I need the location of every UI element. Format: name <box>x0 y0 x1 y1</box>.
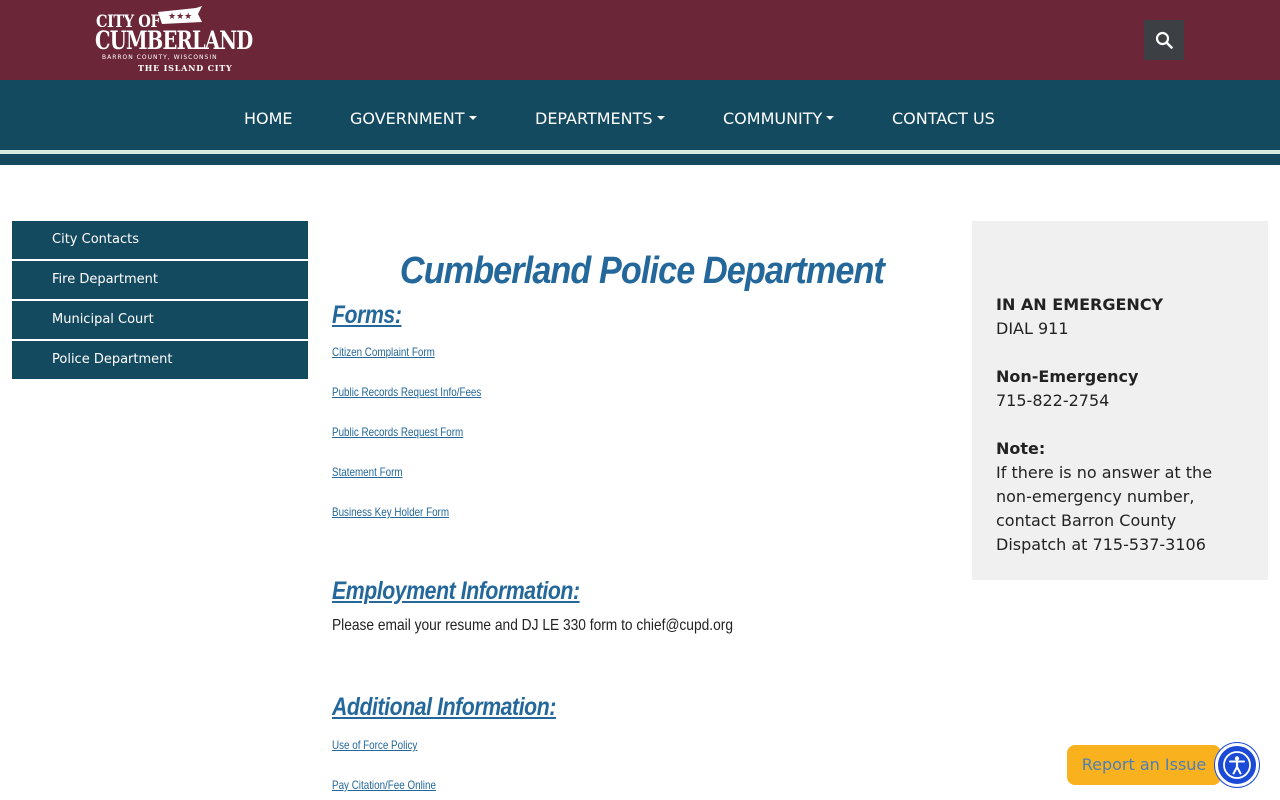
forms-heading: Forms: <box>332 301 402 329</box>
non-emergency-value: 715-822-2754 <box>996 391 1110 410</box>
search-button[interactable] <box>1144 20 1184 60</box>
nav-home-label: HOME <box>244 109 293 128</box>
non-emergency-block: Non-Emergency 715-822-2754 <box>996 365 1244 413</box>
chevron-down-icon <box>826 115 835 120</box>
page-title: Cumberland Police Department <box>332 250 952 293</box>
business-key-holder-form-link[interactable]: Business Key Holder Form <box>332 505 449 519</box>
emergency-label: IN AN EMERGENCY <box>996 295 1164 314</box>
logo-line-3: BARRON COUNTY, WISCONSIN <box>102 54 218 61</box>
statement-form-link[interactable]: Statement Form <box>332 465 403 479</box>
chevron-down-icon <box>656 115 665 120</box>
main-nav: HOME GOVERNMENT DEPARTMENTS COMMUNITY CO… <box>0 80 1280 150</box>
nav-divider-dark <box>0 154 1280 165</box>
note-block: Note: If there is no answer at the non-e… <box>996 437 1244 557</box>
non-emergency-label: Non-Emergency <box>996 367 1139 386</box>
emergency-info-box: IN AN EMERGENCY DIAL 911 Non-Emergency 7… <box>972 221 1268 580</box>
emergency-value: DIAL 911 <box>996 319 1069 338</box>
pay-citation-link[interactable]: Pay Citation/Fee Online <box>332 778 436 792</box>
nav-community[interactable]: COMMUNITY <box>723 80 835 150</box>
nav-contact-us-label: CONTACT US <box>892 109 995 128</box>
additional-heading: Additional Information: <box>332 693 556 721</box>
chevron-down-icon <box>468 115 477 120</box>
flag-icon: ★★★ <box>158 6 202 24</box>
sidebar-item-municipal-court[interactable]: Municipal Court <box>12 301 308 339</box>
sidebar-item-city-contacts[interactable]: City Contacts <box>12 221 308 259</box>
search-icon <box>1155 31 1173 49</box>
accessibility-button[interactable] <box>1215 743 1259 787</box>
nav-departments-label: DEPARTMENTS <box>535 109 653 128</box>
employment-text: Please email your resume and DJ LE 330 f… <box>332 617 733 634</box>
logo-line-2: CUMBERLAND <box>95 26 253 55</box>
logo-line-4: THE ISLAND CITY <box>138 63 233 73</box>
accessibility-icon <box>1223 751 1251 779</box>
nav-government[interactable]: GOVERNMENT <box>350 80 477 150</box>
nav-departments[interactable]: DEPARTMENTS <box>535 80 665 150</box>
report-issue-button[interactable]: Report an Issue <box>1067 745 1221 785</box>
note-text: If there is no answer at the non-emergen… <box>996 463 1213 554</box>
emergency-block: IN AN EMERGENCY DIAL 911 <box>996 293 1244 341</box>
sidebar-item-fire-department[interactable]: Fire Department <box>12 261 308 299</box>
nav-government-label: GOVERNMENT <box>350 109 465 128</box>
public-records-info-link[interactable]: Public Records Request Info/Fees <box>332 385 481 399</box>
nav-contact-us[interactable]: CONTACT US <box>892 80 995 150</box>
use-of-force-policy-link[interactable]: Use of Force Policy <box>332 738 417 752</box>
employment-heading: Employment Information: <box>332 577 580 605</box>
sidebar: City Contacts Fire Department Municipal … <box>12 221 308 381</box>
note-label: Note: <box>996 439 1046 458</box>
citizen-complaint-form-link[interactable]: Citizen Complaint Form <box>332 345 435 359</box>
city-logo[interactable]: CITY OF ★★★ CUMBERLAND BARRON COUNTY, WI… <box>94 6 253 76</box>
svg-text:★★★: ★★★ <box>168 12 192 22</box>
top-header: CITY OF ★★★ CUMBERLAND BARRON COUNTY, WI… <box>0 0 1280 80</box>
sidebar-item-police-department[interactable]: Police Department <box>12 341 308 379</box>
nav-community-label: COMMUNITY <box>723 109 823 128</box>
nav-home[interactable]: HOME <box>244 80 293 150</box>
public-records-form-link[interactable]: Public Records Request Form <box>332 425 463 439</box>
page-title-text: Cumberland Police Department <box>399 250 885 292</box>
